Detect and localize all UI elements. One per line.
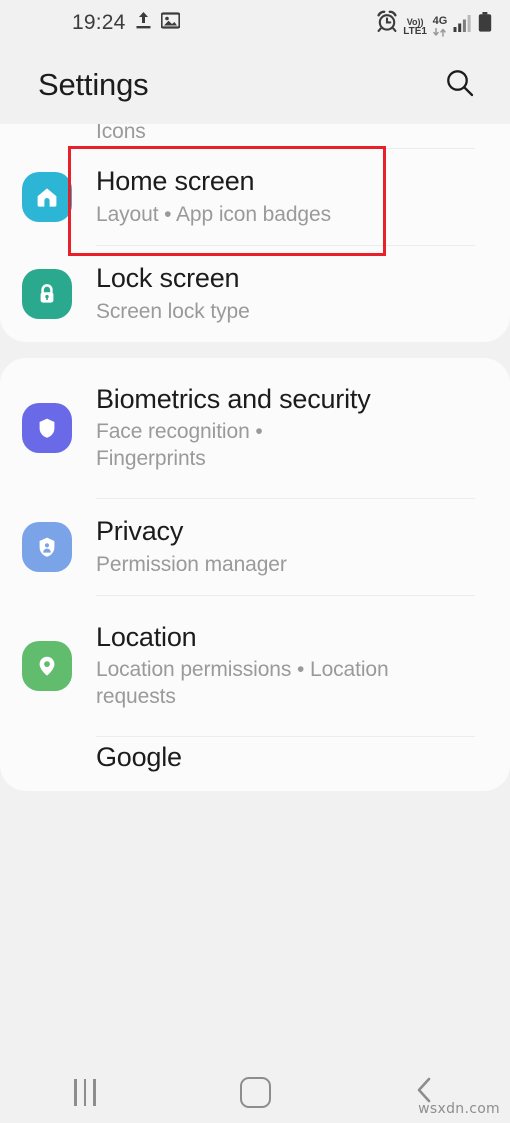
row-text: Biometrics and security Face recognition… bbox=[96, 383, 480, 473]
recents-button[interactable] bbox=[40, 1069, 130, 1115]
row-text: Home screen Layout • App icon badges bbox=[96, 165, 480, 228]
home-icon bbox=[22, 172, 72, 222]
settings-row-title: Home screen bbox=[96, 166, 255, 197]
alarm-icon bbox=[376, 10, 398, 37]
home-square-icon bbox=[239, 1076, 271, 1108]
location-pin-icon bbox=[22, 641, 72, 691]
row-text: Location Location permissions • Location… bbox=[96, 621, 480, 711]
settings-row-privacy[interactable]: Privacy Permission manager bbox=[0, 499, 510, 595]
settings-row-subtitle: Face recognition • Fingerprints bbox=[96, 420, 263, 471]
settings-row-subtitle: Layout • App icon badges bbox=[96, 202, 331, 226]
settings-list[interactable]: Icons Home screen Layout • App icon badg… bbox=[0, 124, 510, 1061]
volte-bottom-label: LTE1 bbox=[403, 25, 427, 37]
status-bar-right: Vo)) LTE1 4G bbox=[376, 10, 492, 37]
lock-icon bbox=[22, 269, 72, 319]
settings-card-display: Icons Home screen Layout • App icon badg… bbox=[0, 124, 510, 342]
battery-icon bbox=[478, 11, 492, 37]
row-text: Icons bbox=[96, 124, 480, 146]
shield-icon bbox=[22, 403, 72, 453]
system-nav-bar: wsxdn.com bbox=[0, 1061, 510, 1123]
settings-row-subtitle: Permission manager bbox=[96, 552, 287, 576]
shield-person-icon bbox=[22, 522, 72, 572]
volte-icon: Vo)) LTE1 bbox=[403, 17, 427, 37]
upload-icon bbox=[135, 11, 152, 35]
settings-row-location[interactable]: Location Location permissions • Location… bbox=[0, 596, 510, 736]
home-button[interactable] bbox=[210, 1069, 300, 1115]
recents-icon bbox=[74, 1078, 96, 1106]
signal-bars-icon bbox=[453, 14, 473, 37]
settings-row-title: Lock screen bbox=[96, 263, 240, 294]
page-title: Settings bbox=[38, 67, 149, 102]
search-button[interactable] bbox=[440, 65, 480, 105]
watermark: wsxdn.com bbox=[418, 1101, 500, 1117]
network-type-label: 4G bbox=[432, 14, 448, 27]
settings-card-security: Biometrics and security Face recognition… bbox=[0, 358, 510, 791]
row-text: Google bbox=[96, 741, 480, 774]
settings-row-home-screen[interactable]: Home screen Layout • App icon badges bbox=[0, 149, 510, 245]
settings-row-biometrics-and-security[interactable]: Biometrics and security Face recognition… bbox=[0, 358, 510, 498]
settings-row-subtitle: Screen lock type bbox=[96, 299, 250, 323]
status-clock: 19:24 bbox=[72, 11, 126, 34]
settings-row-subtitle: Location permissions • Location requests bbox=[96, 658, 389, 709]
settings-row-google[interactable]: Google bbox=[0, 737, 510, 791]
settings-row-lock-screen[interactable]: Lock screen Screen lock type bbox=[0, 246, 510, 342]
row-icon-placeholder bbox=[22, 124, 72, 146]
settings-row-title: Privacy bbox=[96, 516, 184, 547]
4g-data-icon: 4G bbox=[432, 14, 448, 37]
settings-row-title: Location bbox=[96, 621, 197, 652]
settings-row-title: Biometrics and security bbox=[96, 383, 371, 414]
row-text: Privacy Permission manager bbox=[96, 515, 480, 578]
settings-row-icons[interactable]: Icons bbox=[0, 124, 510, 148]
status-bar-left: 19:24 bbox=[72, 11, 181, 35]
phone-screen: 19:24 Vo)) LTE1 4G Settings Icons Home s… bbox=[0, 0, 510, 1123]
settings-row-title-icons: Icons bbox=[96, 124, 146, 144]
status-bar: 19:24 Vo)) LTE1 4G bbox=[0, 0, 510, 46]
settings-row-title: Google bbox=[96, 742, 182, 772]
image-icon bbox=[159, 11, 181, 35]
row-text: Lock screen Screen lock type bbox=[96, 262, 480, 325]
app-header: Settings bbox=[0, 46, 510, 124]
row-icon-placeholder bbox=[22, 741, 72, 791]
search-icon bbox=[444, 67, 476, 104]
